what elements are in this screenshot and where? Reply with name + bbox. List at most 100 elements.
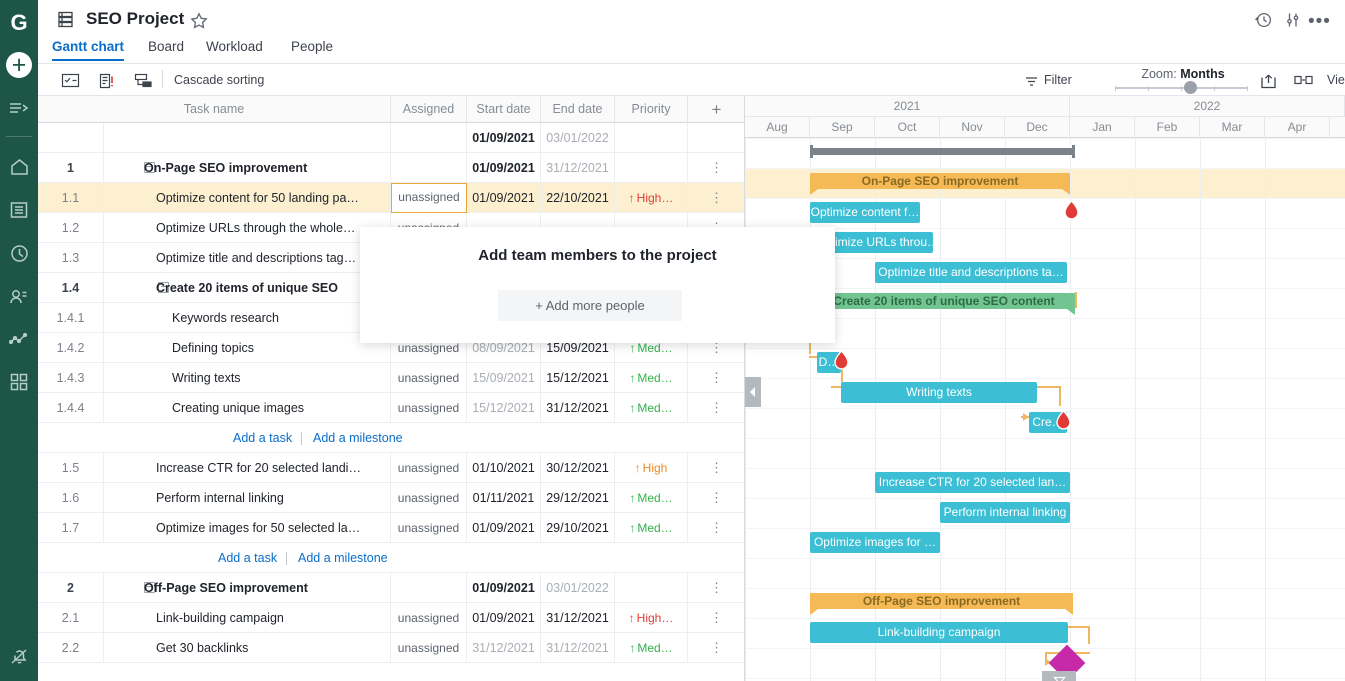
task-name-cell[interactable]: Increase CTR for 20 selected landi… [104, 453, 391, 483]
task-name-cell[interactable]: Get 30 backlinks [104, 633, 391, 663]
row-kebab-menu-icon[interactable]: ⋮ [710, 603, 723, 633]
end-date-cell[interactable]: 03/01/2022 [541, 573, 615, 603]
gantt-task-bar[interactable]: Link-building campaign [810, 622, 1068, 643]
task-name-cell[interactable]: Perform internal linking [104, 483, 391, 513]
table-row[interactable]: 1.6 Perform internal linking unassigned 01/… [38, 483, 744, 513]
start-date-cell[interactable]: 01/09/2021 [467, 603, 541, 633]
fit-to-screen-icon[interactable] [1294, 74, 1313, 92]
gantt-task-bar[interactable]: Perform internal linking [940, 502, 1070, 523]
filter-button[interactable]: Filter [1044, 73, 1072, 87]
add-column-button[interactable]: + [688, 96, 744, 123]
milestone-handle[interactable] [1042, 671, 1076, 681]
end-date-cell[interactable]: 29/12/2021 [541, 483, 615, 513]
project-start-date[interactable]: 01/09/2021 [467, 123, 541, 153]
task-name-cell[interactable]: Optimize URLs through the whole… [104, 213, 391, 243]
row-kebab-menu-icon[interactable]: ⋮ [710, 153, 723, 183]
structure-icon[interactable] [134, 72, 153, 94]
priority-cell[interactable]: ↑ Med… [615, 363, 688, 393]
row-kebab-menu-icon[interactable]: ⋮ [710, 633, 723, 663]
table-row[interactable]: 1.4.4 Creating unique images unassigned 15/… [38, 393, 744, 423]
add-a-milestone-link[interactable]: Add a milestone [298, 543, 388, 573]
create-new-button[interactable]: + [6, 52, 32, 78]
settings-sliders-icon[interactable] [1284, 11, 1302, 34]
clock-icon[interactable] [6, 240, 32, 266]
task-name-cell[interactable]: On-Page SEO improvement [104, 153, 391, 183]
home-icon[interactable] [6, 154, 32, 180]
overdue-flame-icon[interactable] [1055, 410, 1072, 436]
table-row[interactable]: 1.4.3 Writing texts unassigned 15/09/2021 15… [38, 363, 744, 393]
start-date-cell[interactable]: 01/09/2021 [467, 183, 541, 213]
project-icon[interactable] [56, 10, 75, 34]
overdue-flame-icon[interactable] [833, 350, 850, 376]
row-kebab-menu-icon[interactable]: ⋮ [710, 453, 723, 483]
gantt-task-bar[interactable]: …imize URLs throu… [823, 232, 933, 253]
list-icon[interactable] [6, 197, 32, 223]
row-kebab-menu-icon[interactable]: ⋮ [710, 483, 723, 513]
end-date-cell[interactable]: 15/12/2021 [541, 363, 615, 393]
add-more-people-button[interactable]: + Add more people [498, 290, 682, 321]
priority-cell[interactable] [615, 153, 688, 183]
start-date-cell[interactable]: 01/09/2021 [467, 153, 541, 183]
task-name-cell[interactable]: Create 20 items of unique SEO [104, 273, 391, 303]
priority-cell[interactable]: ↑ Med… [615, 633, 688, 663]
grid-icon[interactable] [6, 369, 32, 395]
assigned-cell[interactable] [391, 573, 467, 603]
priority-cell[interactable]: ↑ Med… [615, 483, 688, 513]
row-kebab-menu-icon[interactable]: ⋮ [710, 513, 723, 543]
end-date-cell[interactable]: 31/12/2021 [541, 153, 615, 183]
critical-path-icon[interactable] [98, 72, 115, 95]
end-date-cell[interactable]: 22/10/2021 [541, 183, 615, 213]
assigned-cell[interactable]: unassigned [391, 633, 467, 663]
end-date-cell[interactable]: 30/12/2021 [541, 453, 615, 483]
more-options-icon[interactable]: ••• [1308, 11, 1331, 33]
row-kebab-menu-icon[interactable]: ⋮ [710, 363, 723, 393]
history-icon[interactable] [1254, 11, 1272, 34]
assigned-cell[interactable]: unassigned [391, 483, 467, 513]
gantt-task-bar[interactable]: Optimize content f… [810, 202, 920, 223]
row-kebab-menu-icon[interactable]: ⋮ [710, 573, 723, 603]
end-date-cell[interactable]: 29/10/2021 [541, 513, 615, 543]
overdue-flame-icon[interactable] [1063, 200, 1080, 226]
task-name-cell[interactable]: Keywords research [104, 303, 391, 333]
task-name-cell[interactable]: Off-Page SEO improvement [104, 573, 391, 603]
assigned-cell[interactable]: unassigned [391, 603, 467, 633]
table-row[interactable]: 1.5 Increase CTR for 20 selected landi… un… [38, 453, 744, 483]
assigned-cell[interactable]: unassigned [391, 363, 467, 393]
assigned-cell[interactable]: unassigned [391, 513, 467, 543]
export-icon[interactable] [1260, 73, 1277, 94]
task-name-cell[interactable]: Creating unique images [104, 393, 391, 423]
add-a-task-link[interactable]: Add a task [233, 423, 292, 453]
gantt-task-bar[interactable]: Optimize images for … [810, 532, 940, 553]
row-kebab-menu-icon[interactable]: ⋮ [710, 183, 723, 213]
task-name-cell[interactable]: Optimize title and descriptions tag… [104, 243, 391, 273]
table-row[interactable]: 1.1 Optimize content for 50 landing pa… un… [38, 183, 744, 213]
gantt-summary-bar[interactable]: Create 20 items of unique SEO content [813, 293, 1075, 309]
assigned-cell[interactable]: unassigned [391, 393, 467, 423]
end-date-cell[interactable]: 31/12/2021 [541, 633, 615, 663]
gantt-task-bar[interactable]: Optimize title and descriptions ta… [875, 262, 1067, 283]
people-icon[interactable] [6, 283, 32, 309]
start-date-cell[interactable]: 01/09/2021 [467, 573, 541, 603]
add-a-task-link[interactable]: Add a task [218, 543, 277, 573]
gantt-summary-bar[interactable]: Off-Page SEO improvement [810, 593, 1073, 609]
table-row[interactable]: 1− On-Page SEO improvement 01/09/2021 31/12… [38, 153, 744, 183]
row-kebab-menu-icon[interactable]: ⋮ [710, 393, 723, 423]
menu-expand-icon[interactable] [6, 95, 32, 121]
priority-cell[interactable]: ↑ Med… [615, 513, 688, 543]
tab-gantt-chart[interactable]: Gantt chart [52, 39, 125, 61]
task-name-cell[interactable]: Optimize content for 50 landing pa… [104, 183, 391, 213]
cascade-sorting-button[interactable]: Cascade sorting [174, 73, 264, 87]
table-row[interactable]: 1.7 Optimize images for 50 selected la… un… [38, 513, 744, 543]
zoom-slider-thumb[interactable] [1184, 81, 1197, 94]
start-date-cell[interactable]: 15/09/2021 [467, 363, 541, 393]
table-row[interactable]: 2− Off-Page SEO improvement 01/09/2021 03/0… [38, 573, 744, 603]
star-icon[interactable] [190, 12, 208, 35]
start-date-cell[interactable]: 01/10/2021 [467, 453, 541, 483]
project-end-date[interactable]: 03/01/2022 [541, 123, 615, 153]
view-menu-button[interactable]: View [1327, 73, 1345, 87]
bell-icon[interactable] [6, 643, 32, 669]
priority-cell[interactable] [615, 573, 688, 603]
start-date-cell[interactable]: 01/11/2021 [467, 483, 541, 513]
start-date-cell[interactable]: 15/12/2021 [467, 393, 541, 423]
table-row[interactable]: 2.1 Link-building campaign unassigned 01/09… [38, 603, 744, 633]
